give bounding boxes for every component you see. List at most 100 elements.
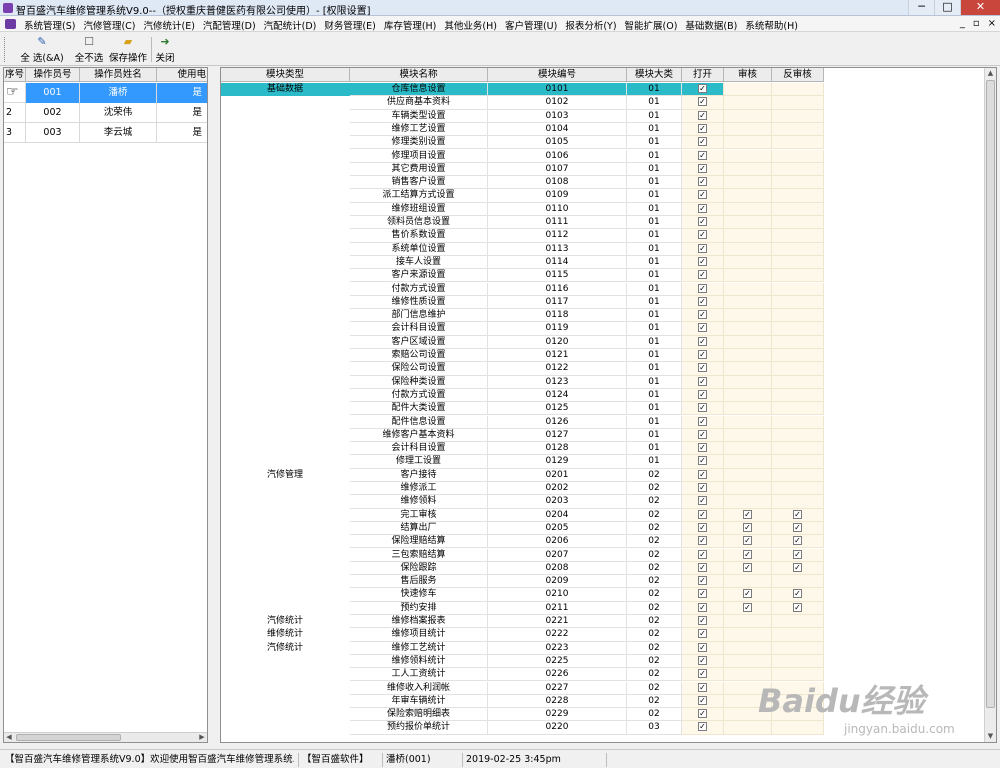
unaudit-checkbox[interactable]: ✓ xyxy=(793,522,802,532)
open-checkbox[interactable]: ✓ xyxy=(698,323,707,333)
menu-item[interactable]: 基础数据(B) xyxy=(683,18,743,32)
open-checkbox[interactable]: ✓ xyxy=(698,456,707,466)
menu-item[interactable]: 系统管理(S) xyxy=(22,18,81,32)
scroll-left-icon[interactable]: ◀ xyxy=(4,733,14,742)
module-row[interactable]: 完工审核 0204 02 ✓ ✓ ✓ xyxy=(221,508,824,522)
open-checkbox[interactable]: ✓ xyxy=(698,163,707,173)
module-row[interactable]: 维修派工 0202 02 ✓ xyxy=(221,482,824,496)
operator-header-use[interactable]: 使用电 xyxy=(157,68,207,82)
scroll-right-icon[interactable]: ▶ xyxy=(197,733,207,742)
module-row[interactable]: 维修性质设置 0117 01 ✓ xyxy=(221,295,824,310)
module-row[interactable]: 保险种类设置 0123 01 ✓ xyxy=(221,375,824,389)
module-row[interactable]: 系统单位设置 0113 01 ✓ xyxy=(221,242,824,256)
open-checkbox[interactable]: ✓ xyxy=(698,429,707,439)
module-row[interactable]: 维修领料 0203 02 ✓ xyxy=(221,495,824,509)
select-none-button[interactable]: ☐ 全不选 xyxy=(73,35,105,64)
open-checkbox[interactable]: ✓ xyxy=(698,230,707,240)
module-row[interactable]: 会计科目设置 0119 01 ✓ xyxy=(221,322,824,336)
unaudit-checkbox[interactable]: ✓ xyxy=(793,562,802,572)
module-row[interactable]: 保险跟踪 0208 02 ✓ ✓ ✓ xyxy=(221,561,824,576)
open-checkbox[interactable]: ✓ xyxy=(698,576,707,586)
module-row[interactable]: 索赔公司设置 0121 01 ✓ xyxy=(221,349,824,363)
module-row[interactable]: 售后服务 0209 02 ✓ xyxy=(221,575,824,589)
module-row[interactable]: 派工结算方式设置 0109 01 ✓ xyxy=(221,189,824,203)
open-checkbox[interactable]: ✓ xyxy=(698,84,707,93)
open-checkbox[interactable]: ✓ xyxy=(698,562,707,572)
menu-item[interactable]: 系统帮助(H) xyxy=(743,18,804,32)
audit-checkbox[interactable]: ✓ xyxy=(743,536,752,546)
select-all-button[interactable]: ✎ 全 选(&A) xyxy=(14,35,70,64)
open-checkbox[interactable]: ✓ xyxy=(698,190,707,200)
module-row[interactable]: 汽修管理 客户接待 0201 02 ✓ xyxy=(221,468,824,482)
module-row[interactable]: 工人工资统计 0226 02 ✓ xyxy=(221,668,824,682)
audit-checkbox[interactable]: ✓ xyxy=(743,562,752,572)
open-checkbox[interactable]: ✓ xyxy=(698,137,707,147)
open-checkbox[interactable]: ✓ xyxy=(698,602,707,612)
open-checkbox[interactable]: ✓ xyxy=(698,283,707,293)
open-checkbox[interactable]: ✓ xyxy=(698,363,707,373)
audit-checkbox[interactable]: ✓ xyxy=(743,509,752,519)
unaudit-checkbox[interactable]: ✓ xyxy=(793,602,802,612)
save-button[interactable]: ▰ 保存操作 xyxy=(108,35,148,64)
open-checkbox[interactable]: ✓ xyxy=(698,296,707,306)
module-header-type[interactable]: 模块类型 xyxy=(221,68,350,82)
menu-item[interactable]: 报表分析(Y) xyxy=(563,18,622,32)
open-checkbox[interactable]: ✓ xyxy=(698,682,707,692)
module-row[interactable]: 付款方式设置 0116 01 ✓ xyxy=(221,282,824,296)
open-checkbox[interactable]: ✓ xyxy=(698,416,707,426)
module-row[interactable]: 付款方式设置 0124 01 ✓ xyxy=(221,388,824,403)
module-row[interactable]: 保险索赔明细表 0229 02 ✓ xyxy=(221,708,824,722)
module-row[interactable]: 会计科目设置 0128 01 ✓ xyxy=(221,442,824,456)
open-checkbox[interactable]: ✓ xyxy=(698,655,707,665)
module-header-category[interactable]: 模块大类 xyxy=(627,68,682,82)
unaudit-checkbox[interactable]: ✓ xyxy=(793,589,802,599)
open-checkbox[interactable]: ✓ xyxy=(698,589,707,599)
open-checkbox[interactable]: ✓ xyxy=(698,123,707,133)
menu-item[interactable]: 汽配管理(D) xyxy=(201,18,262,32)
module-row[interactable]: 修理工设置 0129 01 ✓ xyxy=(221,455,824,469)
operator-horizontal-scrollbar[interactable]: ◀ ▶ xyxy=(4,732,207,742)
open-checkbox[interactable]: ✓ xyxy=(698,350,707,359)
audit-checkbox[interactable]: ✓ xyxy=(743,589,752,599)
open-checkbox[interactable]: ✓ xyxy=(698,336,707,346)
unaudit-checkbox[interactable]: ✓ xyxy=(793,509,802,519)
open-checkbox[interactable]: ✓ xyxy=(698,522,707,532)
module-header-audit[interactable]: 审核 xyxy=(724,68,772,82)
menu-item[interactable]: 汽修管理(C) xyxy=(81,18,141,32)
module-row[interactable]: 领料员信息设置 0111 01 ✓ xyxy=(221,216,824,230)
toolbar-grip[interactable] xyxy=(4,37,7,62)
audit-checkbox[interactable]: ✓ xyxy=(743,549,752,559)
open-checkbox[interactable]: ✓ xyxy=(698,722,707,732)
open-checkbox[interactable]: ✓ xyxy=(698,536,707,546)
open-checkbox[interactable]: ✓ xyxy=(698,669,707,679)
open-checkbox[interactable]: ✓ xyxy=(698,403,707,413)
module-row[interactable]: 预约安排 0211 02 ✓ ✓ ✓ xyxy=(221,601,824,615)
module-row[interactable]: 接车人设置 0114 01 ✓ xyxy=(221,255,824,270)
module-header-open[interactable]: 打开 xyxy=(682,68,724,82)
open-checkbox[interactable]: ✓ xyxy=(698,483,707,492)
scroll-up-icon[interactable]: ▲ xyxy=(985,68,996,79)
restore-button[interactable]: □ xyxy=(934,0,960,15)
open-checkbox[interactable]: ✓ xyxy=(698,177,707,187)
module-row[interactable]: 保险公司设置 0122 01 ✓ xyxy=(221,362,824,376)
open-checkbox[interactable]: ✓ xyxy=(698,616,707,625)
module-row[interactable]: 维修统计 维修项目统计 0222 02 ✓ xyxy=(221,628,824,642)
open-checkbox[interactable]: ✓ xyxy=(698,443,707,453)
mdi-restore-button[interactable]: ▫ xyxy=(973,18,980,29)
module-row[interactable]: 客户来源设置 0115 01 ✓ xyxy=(221,269,824,283)
unaudit-checkbox[interactable]: ✓ xyxy=(793,549,802,559)
menu-item[interactable]: 库存管理(H) xyxy=(382,18,443,32)
module-row[interactable]: 维修班组设置 0110 01 ✓ xyxy=(221,202,824,216)
module-row[interactable]: 维修工艺设置 0104 01 ✓ xyxy=(221,122,824,137)
module-row[interactable]: 修理类别设置 0105 01 ✓ xyxy=(221,136,824,150)
open-checkbox[interactable]: ✓ xyxy=(698,376,707,386)
menu-item[interactable]: 智能扩展(O) xyxy=(623,18,684,32)
module-row[interactable]: 预约报价单统计 0220 03 ✓ xyxy=(221,721,824,735)
open-checkbox[interactable]: ✓ xyxy=(698,469,707,479)
open-checkbox[interactable]: ✓ xyxy=(698,203,707,213)
module-row[interactable]: 配件大类设置 0125 01 ✓ xyxy=(221,402,824,416)
module-header-unaudit[interactable]: 反审核 xyxy=(772,68,824,82)
open-checkbox[interactable]: ✓ xyxy=(698,97,707,107)
module-row[interactable]: 结算出厂 0205 02 ✓ ✓ ✓ xyxy=(221,521,824,536)
scroll-thumb[interactable] xyxy=(986,80,995,708)
